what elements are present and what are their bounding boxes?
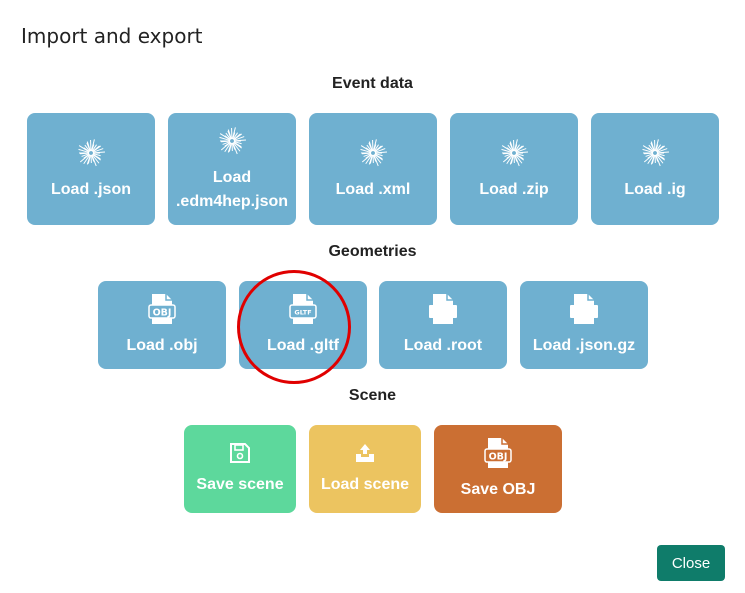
- load-json-gz-button[interactable]: Load .json.gz: [520, 281, 648, 369]
- tile-label: Load .root: [403, 336, 483, 354]
- tile-label: Save OBJ: [460, 480, 536, 498]
- load-obj-button[interactable]: OBJ Load .obj: [98, 281, 226, 369]
- burst-icon: [357, 137, 389, 177]
- tile-label: Save scene: [196, 475, 284, 493]
- save-icon: [229, 442, 251, 472]
- load-edm4hep-json-button[interactable]: Load .edm4hep.json: [168, 113, 296, 225]
- section-title-event-data: Event data: [332, 75, 413, 92]
- load-root-button[interactable]: Load .root: [379, 281, 507, 369]
- inbox-upload-icon: [354, 442, 376, 472]
- section-title-geometries: Geometries: [328, 243, 417, 260]
- load-gltf-button[interactable]: GLTF Load .gltf: [239, 281, 367, 369]
- load-zip-button[interactable]: Load .zip: [450, 113, 578, 225]
- tile-label: Load .zip: [479, 180, 549, 198]
- tile-label: Load .obj: [126, 336, 198, 354]
- load-scene-button[interactable]: Load scene: [309, 425, 421, 513]
- file-icon: [569, 293, 599, 333]
- icon-text: GLTF: [294, 308, 311, 316]
- tile-label: Load scene: [320, 475, 410, 493]
- load-xml-button[interactable]: Load .xml: [309, 113, 437, 225]
- load-ig-button[interactable]: Load .ig: [591, 113, 719, 225]
- section-title-scene: Scene: [348, 387, 397, 404]
- tile-label: Load .xml: [335, 180, 411, 198]
- save-scene-button[interactable]: Save scene: [184, 425, 296, 513]
- load-json-button[interactable]: Load .json: [27, 113, 155, 225]
- dialog-title: Import and export: [21, 24, 203, 48]
- burst-icon: [639, 137, 671, 177]
- file-icon: [428, 293, 458, 333]
- burst-icon: [216, 125, 248, 165]
- tile-label-line1: Load: [212, 168, 252, 186]
- tile-label: Load .json.gz: [532, 336, 636, 354]
- tile-label-line2: .edm4hep.json: [175, 192, 289, 210]
- tile-label: Load .json: [51, 180, 131, 198]
- icon-text: OBJ: [153, 307, 172, 318]
- obj-file-icon: OBJ: [483, 437, 513, 477]
- burst-icon: [75, 137, 107, 177]
- icon-text: OBJ: [489, 451, 508, 462]
- obj-file-icon: OBJ: [147, 293, 177, 333]
- tile-label: Load .gltf: [267, 336, 339, 354]
- tile-label: Load .ig: [624, 180, 686, 198]
- gltf-file-icon: GLTF: [288, 293, 318, 333]
- save-obj-button[interactable]: OBJ Save OBJ: [434, 425, 562, 513]
- burst-icon: [498, 137, 530, 177]
- close-button[interactable]: Close: [657, 545, 725, 581]
